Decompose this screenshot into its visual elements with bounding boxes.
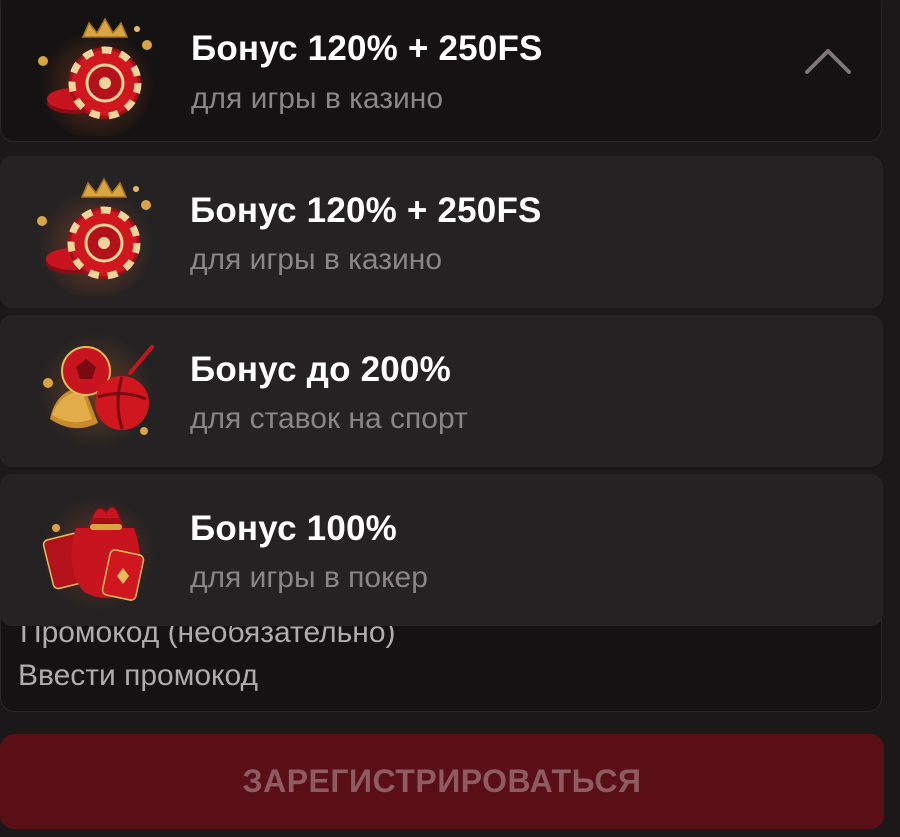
bonus-option-title: Бонус 100%	[190, 509, 397, 548]
poker-bag-icon	[34, 488, 159, 613]
sports-balls-icon	[34, 327, 159, 452]
bonus-option-poker[interactable]: Бонус 100% для игры в покер	[0, 474, 883, 626]
casino-chip-crown-icon	[34, 171, 159, 296]
chevron-up-icon[interactable]	[803, 46, 853, 76]
bonus-option-title: Бонус до 200%	[190, 350, 451, 389]
promo-code-input[interactable]	[18, 654, 858, 698]
selected-bonus-title: Бонус 120% + 250FS	[191, 29, 543, 68]
bonus-option-subtitle: для игры в покер	[190, 561, 428, 594]
registration-form: Промокод (необязательно) ЗАРЕГИСТРИРОВАТ…	[0, 0, 900, 837]
bonus-option-subtitle: для ставок на спорт	[190, 402, 468, 435]
bonus-option-subtitle: для игры в казино	[190, 243, 443, 276]
bonus-option-sports[interactable]: Бонус до 200% для ставок на спорт	[0, 315, 883, 467]
casino-chip-crown-icon	[35, 11, 160, 136]
register-button[interactable]: ЗАРЕГИСТРИРОВАТЬСЯ	[0, 734, 884, 829]
bonus-option-title: Бонус 120% + 250FS	[190, 191, 542, 230]
bonus-option-casino[interactable]: Бонус 120% + 250FS для игры в казино	[0, 156, 883, 308]
bonus-select[interactable]: Бонус 120% + 250FS для игры в казино	[0, 0, 882, 142]
selected-bonus-subtitle: для игры в казино	[191, 82, 444, 115]
